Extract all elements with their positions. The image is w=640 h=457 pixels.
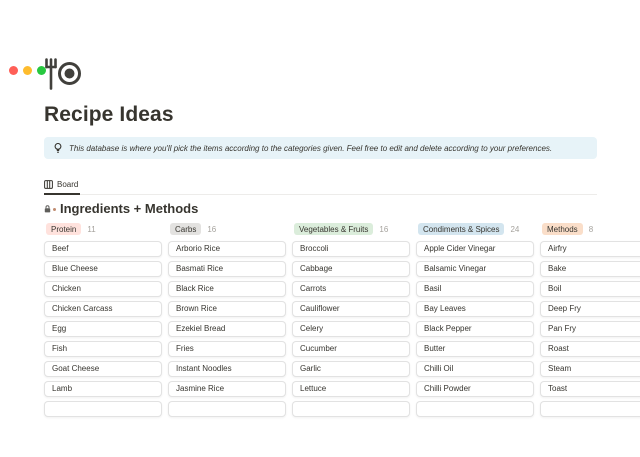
page-title: Recipe Ideas bbox=[44, 103, 597, 126]
column-tag[interactable]: Methods bbox=[542, 223, 583, 235]
database-title: Ingredients + Methods bbox=[60, 202, 198, 216]
board-card[interactable]: Basmati Rice bbox=[168, 261, 286, 277]
board-view-icon bbox=[44, 180, 53, 189]
column-tag[interactable]: Protein bbox=[46, 223, 81, 235]
board-card[interactable]: Egg bbox=[44, 321, 162, 337]
board-card[interactable]: Arborio Rice bbox=[168, 241, 286, 257]
window-controls bbox=[9, 66, 46, 75]
board-card[interactable]: Pan Fry bbox=[540, 321, 640, 337]
board-column-vegetables-fruits: Vegetables & Fruits 16 Broccoli Cabbage Carr… bbox=[292, 223, 410, 417]
zoom-button[interactable] bbox=[37, 66, 46, 75]
board-column-protein: Protein 11 Beef Blue Cheese Chicken Chicken C… bbox=[44, 223, 162, 417]
board-card[interactable]: Toast bbox=[540, 381, 640, 397]
column-count: 16 bbox=[379, 225, 388, 234]
column-tag[interactable]: Carbs bbox=[170, 223, 201, 235]
board-card[interactable]: Chicken Carcass bbox=[44, 301, 162, 317]
minimize-button[interactable] bbox=[23, 66, 32, 75]
column-tag[interactable]: Vegetables & Fruits bbox=[294, 223, 373, 235]
board-card[interactable]: Roast bbox=[540, 341, 640, 357]
column-header: Protein 11 bbox=[46, 223, 162, 235]
board-card[interactable]: Ezekiel Bread bbox=[168, 321, 286, 337]
board-card-partial[interactable] bbox=[44, 401, 162, 417]
board-card[interactable]: Black Rice bbox=[168, 281, 286, 297]
lock-dot-icon bbox=[53, 208, 56, 211]
tab-board-view[interactable]: Board bbox=[44, 177, 80, 195]
board-card[interactable]: Balsamic Vinegar bbox=[416, 261, 534, 277]
board-card[interactable]: Fish bbox=[44, 341, 162, 357]
board-card[interactable]: Garlic bbox=[292, 361, 410, 377]
board-card[interactable]: Cucumber bbox=[292, 341, 410, 357]
board-card[interactable]: Lamb bbox=[44, 381, 162, 397]
board-card[interactable]: Jasmine Rice bbox=[168, 381, 286, 397]
board-card[interactable]: Boil bbox=[540, 281, 640, 297]
board-card[interactable]: Deep Fry bbox=[540, 301, 640, 317]
lightbulb-icon bbox=[54, 143, 62, 154]
column-header: Carbs 16 bbox=[170, 223, 286, 235]
column-header: Condiments & Spices 24 bbox=[418, 223, 534, 235]
board-card[interactable]: Brown Rice bbox=[168, 301, 286, 317]
callout-text: This database is where you'll pick the i… bbox=[69, 144, 552, 153]
board-card[interactable]: Chicken bbox=[44, 281, 162, 297]
board-card[interactable]: Basil bbox=[416, 281, 534, 297]
column-count: 16 bbox=[207, 225, 216, 234]
column-tag[interactable]: Condiments & Spices bbox=[418, 223, 504, 235]
lock-icon bbox=[44, 205, 56, 213]
board-card-partial[interactable] bbox=[416, 401, 534, 417]
board-card[interactable]: Chilli Oil bbox=[416, 361, 534, 377]
board-card[interactable]: Apple Cider Vinegar bbox=[416, 241, 534, 257]
board-card[interactable]: Lettuce bbox=[292, 381, 410, 397]
board-card[interactable]: Bay Leaves bbox=[416, 301, 534, 317]
board-card-partial[interactable] bbox=[292, 401, 410, 417]
column-count: 11 bbox=[87, 225, 95, 234]
board-column-condiments-spices: Condiments & Spices 24 Apple Cider Vinegar… bbox=[416, 223, 534, 417]
board-card[interactable]: Butter bbox=[416, 341, 534, 357]
page-content: Recipe Ideas This database is where you'… bbox=[0, 57, 640, 417]
board-card[interactable]: Carrots bbox=[292, 281, 410, 297]
board-card[interactable]: Bake bbox=[540, 261, 640, 277]
view-tabs: Board bbox=[44, 176, 597, 195]
board-card[interactable]: Airfry bbox=[540, 241, 640, 257]
close-button[interactable] bbox=[9, 66, 18, 75]
database-title-row: Ingredients + Methods bbox=[44, 202, 597, 216]
board-card[interactable]: Broccoli bbox=[292, 241, 410, 257]
board-card[interactable]: Chilli Powder bbox=[416, 381, 534, 397]
fork-and-plate-icon[interactable] bbox=[44, 57, 81, 91]
column-count: 8 bbox=[589, 225, 593, 234]
column-header: Vegetables & Fruits 16 bbox=[294, 223, 410, 235]
board-card[interactable]: Instant Noodles bbox=[168, 361, 286, 377]
board-card[interactable]: Cauliflower bbox=[292, 301, 410, 317]
board-card[interactable]: Celery bbox=[292, 321, 410, 337]
board-card[interactable]: Blue Cheese bbox=[44, 261, 162, 277]
board-column-carbs: Carbs 16 Arborio Rice Basmati Rice Black Ric… bbox=[168, 223, 286, 417]
column-header: Methods 8 bbox=[542, 223, 640, 235]
board-card[interactable]: Fries bbox=[168, 341, 286, 357]
tab-board-label: Board bbox=[57, 180, 78, 189]
board-card[interactable]: Steam bbox=[540, 361, 640, 377]
column-count: 24 bbox=[510, 225, 519, 234]
board-card-partial[interactable] bbox=[168, 401, 286, 417]
callout: This database is where you'll pick the i… bbox=[44, 137, 597, 159]
board-card[interactable]: Goat Cheese bbox=[44, 361, 162, 377]
board-card-partial[interactable] bbox=[540, 401, 640, 417]
board-column-methods: Methods 8 Airfry Bake Boil Deep Fry Pan Fry Roa… bbox=[540, 223, 640, 417]
board-card[interactable]: Black Pepper bbox=[416, 321, 534, 337]
board-card[interactable]: Cabbage bbox=[292, 261, 410, 277]
kanban-board: Protein 11 Beef Blue Cheese Chicken Chicken C… bbox=[44, 223, 597, 417]
board-card[interactable]: Beef bbox=[44, 241, 162, 257]
